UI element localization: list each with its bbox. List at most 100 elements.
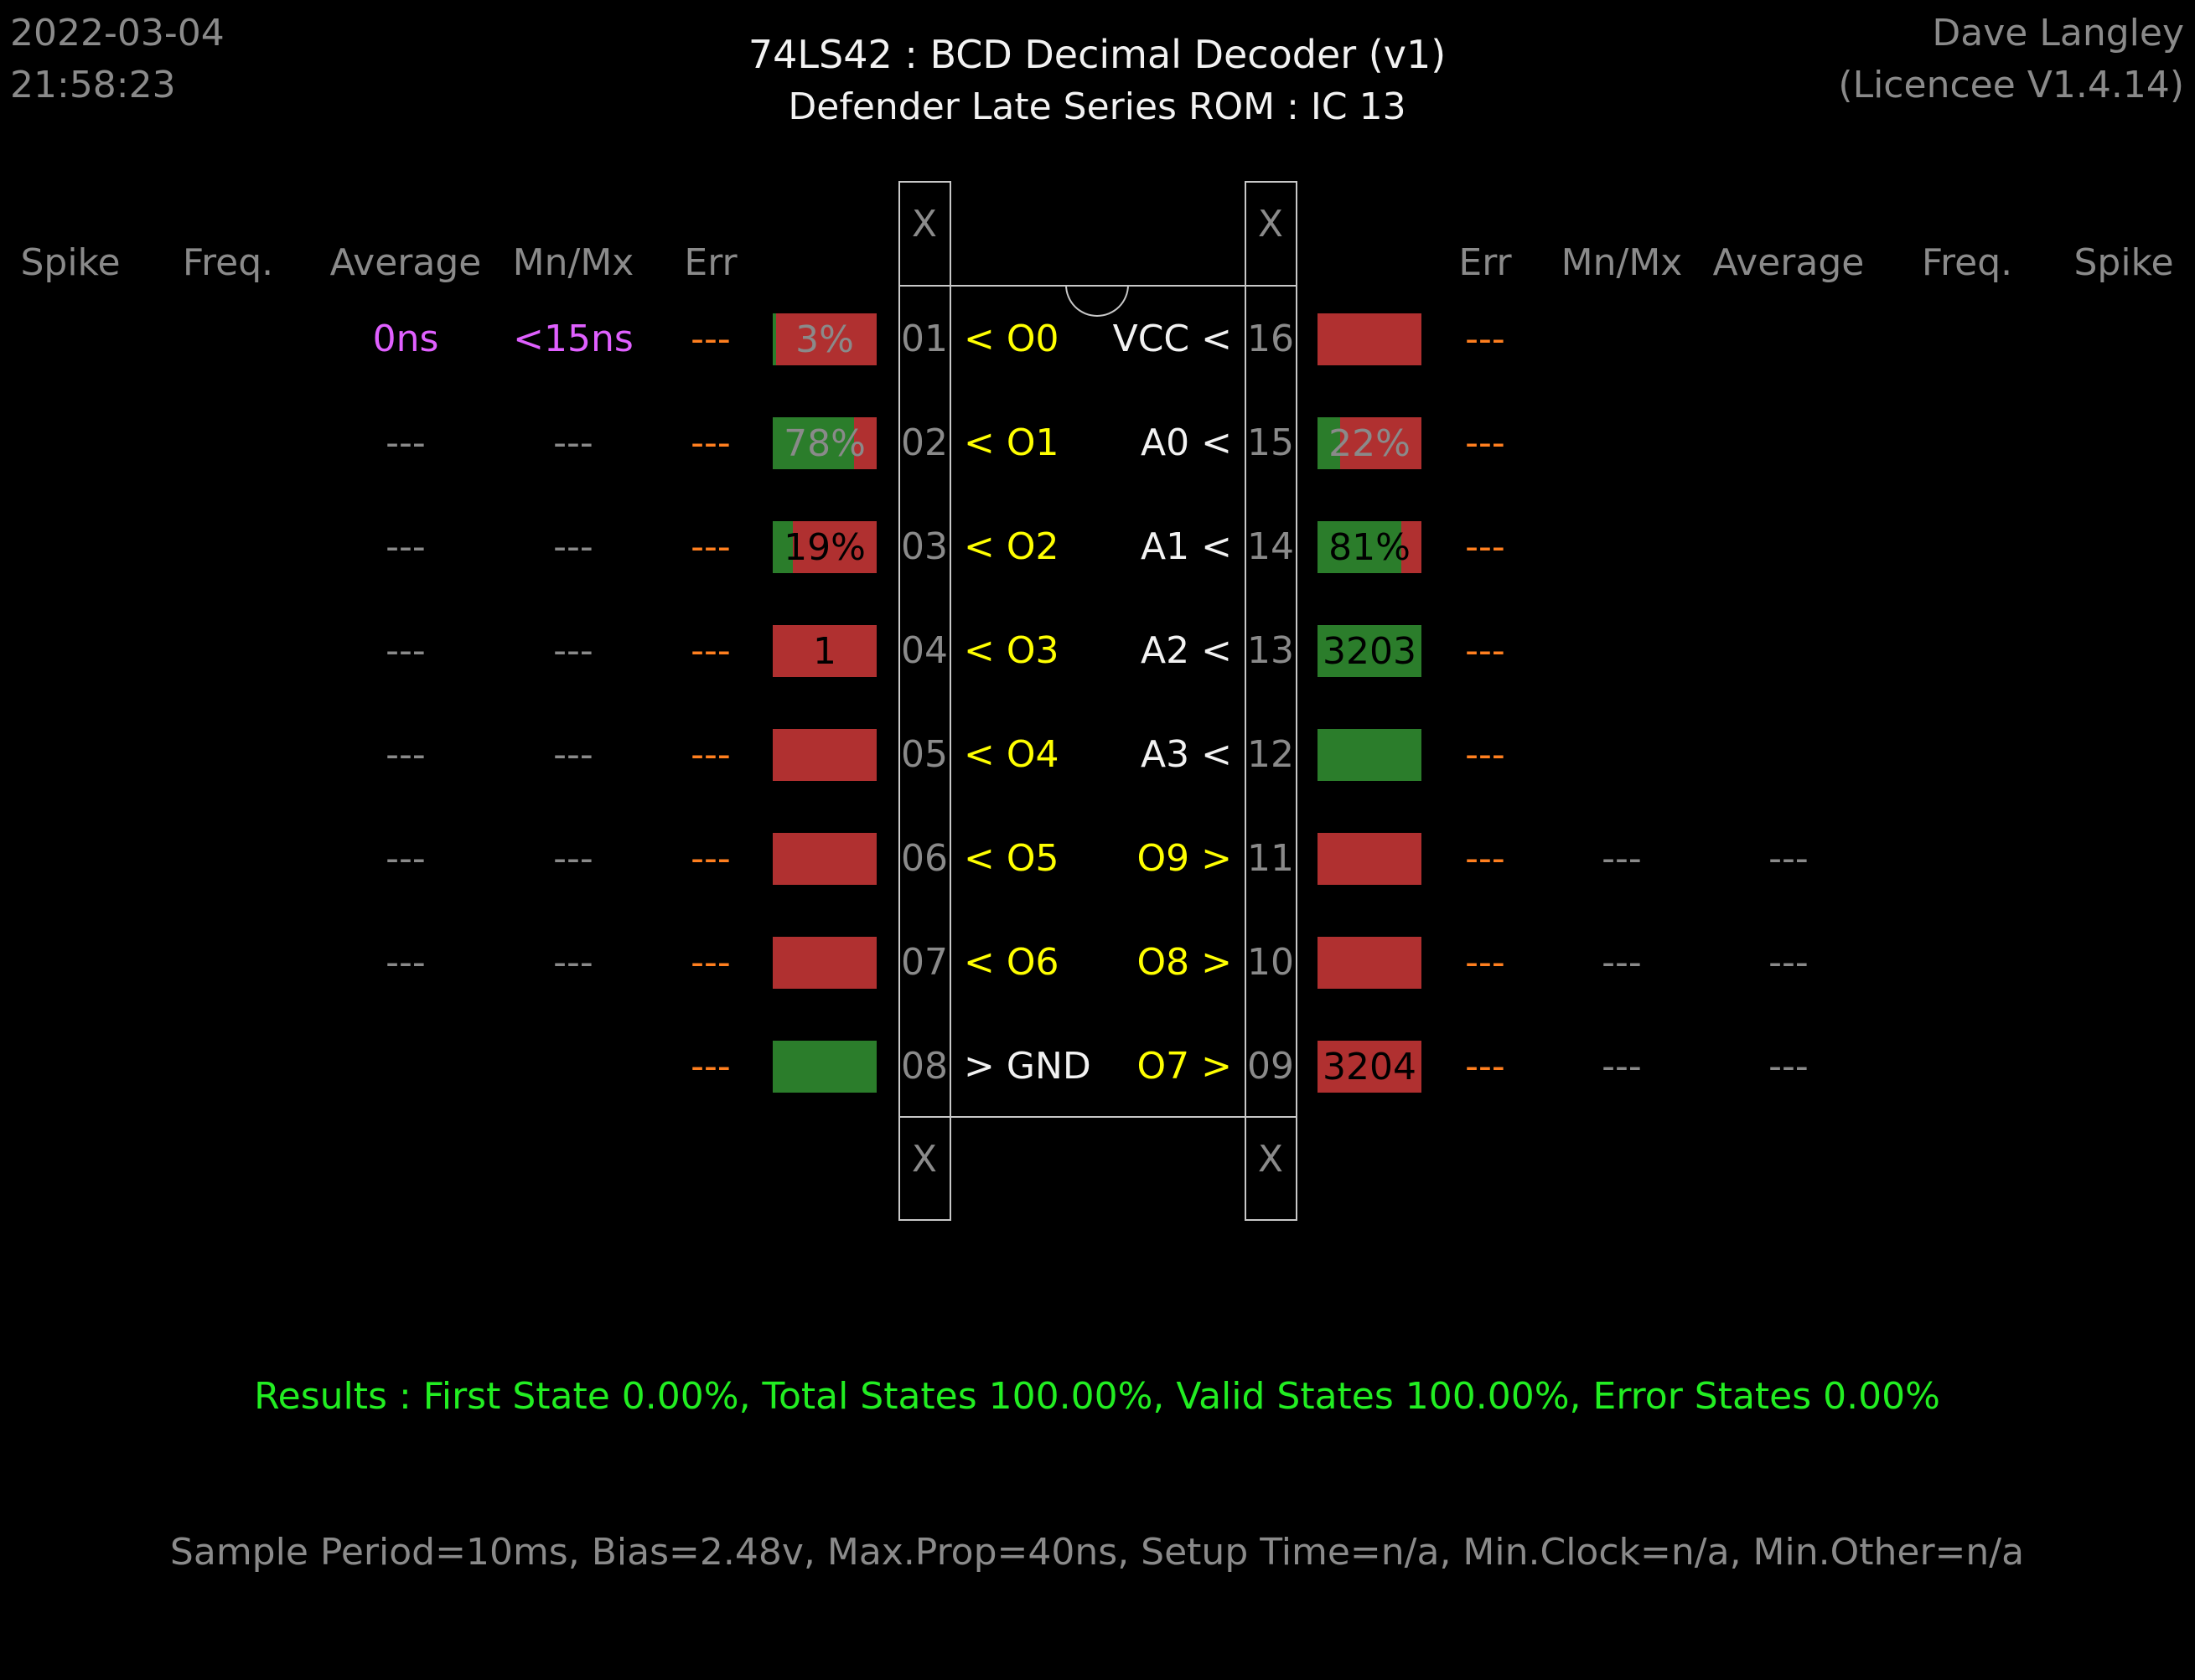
right-pin-1-number: 16: [1247, 318, 1294, 360]
left-pin-4-mnmx: ---: [553, 629, 593, 672]
left-pin-5-name: < O4: [964, 733, 1059, 776]
right-pin-3-err: ---: [1465, 525, 1505, 568]
right-pin-7-number: 10: [1247, 941, 1294, 984]
left-pin-6-name: < O5: [964, 837, 1059, 880]
right-pin-4-duty-label: 3203: [1323, 629, 1416, 673]
right-pin-5-duty-bar: [1318, 729, 1421, 781]
left-pin-7-average: ---: [386, 941, 426, 984]
col-header-mnmx-right: Mn/Mx: [1561, 241, 1683, 284]
left-pin-6-duty-label: [773, 833, 877, 885]
left-pin-7-duty-label: [773, 937, 877, 989]
col-header-spike-right: Spike: [2073, 241, 2174, 284]
chip-notch: [1065, 285, 1129, 317]
left-pin-1-mnmx: <15ns: [513, 318, 634, 360]
page-title: 74LS42 : BCD Decimal Decoder (v1): [748, 32, 1447, 77]
x-mark-top-right: X: [1257, 203, 1284, 246]
left-pin-3-err: ---: [691, 525, 731, 568]
x-mark-top-left: X: [911, 203, 938, 246]
right-pin-5-err: ---: [1465, 733, 1505, 776]
col-header-spike-left: Spike: [20, 241, 121, 284]
left-pin-7-mnmx: ---: [553, 941, 593, 984]
chip-bottom-edge: [898, 1116, 1297, 1118]
left-pin-8-duty-bar: [773, 1041, 877, 1093]
right-pin-8-average: ---: [1768, 1045, 1809, 1088]
right-pin-5-name: A3 <: [1141, 733, 1232, 776]
results-summary: Results : First State 0.00%, Total State…: [254, 1375, 1940, 1418]
left-pin-5-average: ---: [386, 733, 426, 776]
left-pin-3-name: < O2: [964, 525, 1059, 568]
left-pin-7-number: 07: [901, 941, 948, 984]
date-label: 2022-03-04: [10, 12, 225, 54]
left-pin-4-average: ---: [386, 629, 426, 672]
left-pin-3-duty-bar: 19%: [773, 521, 877, 573]
right-pin-1-duty-label: [1318, 313, 1421, 365]
settings-summary: Sample Period=10ms, Bias=2.48v, Max.Prop…: [169, 1531, 2025, 1574]
left-pin-4-duty-bar: 1: [773, 625, 877, 677]
licence-label: (Licencee V1.4.14): [1838, 64, 2184, 106]
right-pin-6-duty-bar: [1318, 833, 1421, 885]
right-pin-2-duty-label: 22%: [1328, 421, 1411, 465]
right-pin-2-number: 15: [1247, 421, 1294, 464]
page-subtitle: Defender Late Series ROM : IC 13: [788, 85, 1406, 128]
col-header-average-left: Average: [329, 241, 482, 284]
right-pin-4-number: 13: [1247, 629, 1294, 672]
right-pin-6-duty-label: [1318, 833, 1421, 885]
left-pin-1-name: < O0: [964, 318, 1059, 360]
right-pin-1-name: VCC <: [1112, 318, 1232, 360]
left-pin-5-err: ---: [691, 733, 731, 776]
left-pin-3-average: ---: [386, 525, 426, 568]
left-pin-3-number: 03: [901, 525, 948, 568]
left-pin-2-average: ---: [386, 421, 426, 464]
right-pin-2-name: A0 <: [1141, 421, 1232, 464]
right-pin-7-average: ---: [1768, 941, 1809, 984]
right-pin-7-mnmx: ---: [1602, 941, 1642, 984]
right-pin-7-name: O8 >: [1136, 941, 1232, 984]
x-mark-bottom-left: X: [911, 1138, 938, 1181]
right-pin-8-err: ---: [1465, 1045, 1505, 1088]
right-pin-8-duty-label: 3204: [1323, 1045, 1416, 1088]
left-pin-2-number: 02: [901, 421, 948, 464]
right-pin-1-err: ---: [1465, 318, 1505, 360]
left-pin-4-number: 04: [901, 629, 948, 672]
col-header-mnmx-left: Mn/Mx: [512, 241, 634, 284]
left-pin-6-average: ---: [386, 837, 426, 880]
left-pin-4-duty-label: 1: [813, 629, 836, 673]
right-pin-2-err: ---: [1465, 421, 1505, 464]
right-pin-6-average: ---: [1768, 837, 1809, 880]
right-pin-3-duty-label: 81%: [1328, 525, 1411, 569]
right-pin-7-duty-label: [1318, 937, 1421, 989]
left-pin-8-err: ---: [691, 1045, 731, 1088]
col-header-freq-left: Freq.: [182, 241, 274, 284]
right-pin-3-number: 14: [1247, 525, 1294, 568]
right-pin-2-duty-bar: 22%: [1318, 417, 1421, 469]
right-pin-4-duty-bar: 3203: [1318, 625, 1421, 677]
left-pin-1-err: ---: [691, 318, 731, 360]
time-label: 21:58:23: [10, 64, 176, 106]
left-pin-7-duty-bar: [773, 937, 877, 989]
left-pin-2-duty-label: 78%: [784, 421, 866, 465]
right-pin-6-number: 11: [1247, 837, 1294, 880]
right-pin-5-number: 12: [1247, 733, 1294, 776]
left-pin-1-average: 0ns: [372, 318, 439, 360]
left-pin-8-name: > GND: [964, 1045, 1091, 1088]
right-pin-8-number: 09: [1247, 1045, 1294, 1088]
left-pin-1-duty-label: 3%: [795, 318, 854, 361]
right-pin-8-mnmx: ---: [1602, 1045, 1642, 1088]
col-header-err-left: Err: [684, 241, 738, 284]
left-pin-3-duty-label: 19%: [784, 525, 866, 569]
left-pin-5-number: 05: [901, 733, 948, 776]
right-pin-6-err: ---: [1465, 837, 1505, 880]
left-pin-2-duty-bar: 78%: [773, 417, 877, 469]
right-pin-7-err: ---: [1465, 941, 1505, 984]
x-mark-bottom-right: X: [1257, 1138, 1284, 1181]
user-name: Dave Langley: [1932, 12, 2184, 54]
right-pin-6-mnmx: ---: [1602, 837, 1642, 880]
right-pin-4-err: ---: [1465, 629, 1505, 672]
left-pin-4-name: < O3: [964, 629, 1059, 672]
left-pin-8-number: 08: [901, 1045, 948, 1088]
col-header-freq-right: Freq.: [1921, 241, 2013, 284]
left-pin-2-name: < O1: [964, 421, 1059, 464]
left-pin-7-name: < O6: [964, 941, 1059, 984]
left-pin-6-err: ---: [691, 837, 731, 880]
col-header-err-right: Err: [1458, 241, 1512, 284]
